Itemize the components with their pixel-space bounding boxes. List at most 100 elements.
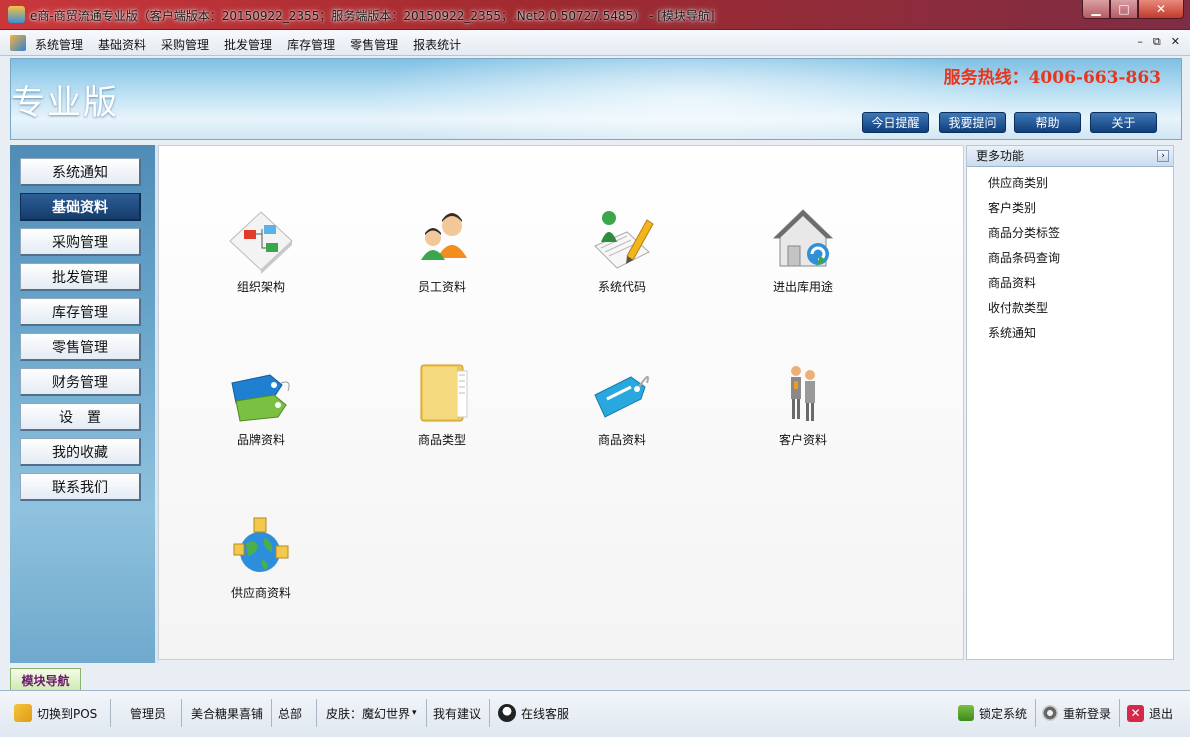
tile-label: 进出库用途 (772, 280, 833, 294)
mdi-close-button[interactable]: ✕ (1171, 35, 1180, 49)
today-reminder-button[interactable]: 今日提醒 (862, 112, 929, 133)
tile-label: 商品类型 (417, 433, 466, 447)
skin-label: 皮肤：魔幻世界 (326, 706, 411, 721)
header-banner: 专业版 服务热线：4006-663-863 今日提醒 我要提问 帮助 关于 (10, 58, 1182, 140)
skin-selector[interactable]: 皮肤：魔幻世界 ▾ (326, 703, 417, 723)
tile-label: 系统代码 (597, 280, 646, 294)
tile-customers[interactable]: 客户资料 (743, 361, 863, 461)
window-controls: ▁ □ ✕ (1082, 0, 1184, 19)
menu-basic-data[interactable]: 基础资料 (98, 36, 146, 53)
sidebar-item-wholesale[interactable]: 批发管理 (20, 263, 141, 291)
tile-label: 商品资料 (597, 433, 646, 447)
banner-decoration (341, 59, 1041, 139)
sidebar-item-basic-data[interactable]: 基础资料 (20, 193, 141, 221)
link-system-notice[interactable]: 系统通知 (988, 321, 1173, 346)
more-functions-list: 供应商类别 客户类别 商品分类标签 商品条码查询 商品资料 收付款类型 系统通知 (967, 167, 1173, 346)
online-service-button[interactable]: 在线客服 (498, 703, 569, 723)
menu-purchase[interactable]: 采购管理 (161, 36, 209, 53)
ask-question-button[interactable]: 我要提问 (939, 112, 1006, 133)
close-button[interactable]: ✕ (1138, 0, 1184, 19)
separator (181, 699, 182, 727)
minimize-button[interactable]: ▁ (1082, 0, 1110, 19)
current-user: 管理员 (130, 706, 167, 721)
window-title: e商-商贸流通专业版（客户端版本：20150922_2355；服务端版本：201… (30, 9, 715, 23)
sidebar-item-purchase[interactable]: 采购管理 (20, 228, 141, 256)
online-service-label: 在线客服 (521, 706, 570, 721)
separator (1035, 699, 1036, 727)
tile-org-structure[interactable]: 组织架构 (201, 208, 321, 308)
customers-icon (768, 361, 838, 427)
separator (489, 699, 490, 727)
sidebar-item-contact[interactable]: 联系我们 (20, 473, 141, 501)
tile-suppliers[interactable]: 供应商资料 (201, 514, 321, 614)
system-code-icon (587, 208, 657, 274)
more-functions-panel: 更多功能 › 供应商类别 客户类别 商品分类标签 商品条码查询 商品资料 收付款… (966, 145, 1174, 660)
help-button[interactable]: 帮助 (1014, 112, 1081, 133)
exit-label: 退出 (1149, 706, 1174, 721)
module-sidebar: 系统通知 基础资料 采购管理 批发管理 库存管理 零售管理 财务管理 设 置 我… (10, 145, 159, 663)
tile-employees[interactable]: 员工资料 (382, 208, 502, 308)
mdi-restore-button[interactable]: ⧉ (1153, 35, 1161, 49)
warehouse-house-icon (768, 208, 838, 274)
branch-name: 总部 (278, 706, 303, 721)
menu-wholesale[interactable]: 批发管理 (224, 36, 272, 53)
menu-reports[interactable]: 报表统计 (413, 36, 461, 53)
gears-icon (1042, 705, 1058, 721)
employees-icon (407, 208, 477, 274)
mdi-minimize-button[interactable]: – (1137, 35, 1143, 49)
relogin-label: 重新登录 (1063, 706, 1112, 721)
brand-tags-icon (226, 361, 296, 427)
relogin-button[interactable]: 重新登录 (1042, 703, 1111, 723)
link-supplier-category[interactable]: 供应商类别 (988, 171, 1173, 196)
price-tag-icon (587, 361, 657, 427)
suggestion-button[interactable]: 我有建议 (433, 703, 481, 723)
sidebar-item-inventory[interactable]: 库存管理 (20, 298, 141, 326)
sidebar-item-notice[interactable]: 系统通知 (20, 158, 141, 186)
tile-product-types[interactable]: 商品类型 (382, 361, 502, 461)
collapse-arrow-icon[interactable]: › (1157, 150, 1169, 162)
menu-app-icon[interactable] (10, 35, 26, 51)
service-hotline: 服务热线：4006-663-863 (943, 68, 1161, 88)
switch-pos-label: 切换到POS (37, 706, 98, 721)
separator (1119, 699, 1120, 727)
menu-retail[interactable]: 零售管理 (350, 36, 398, 53)
tile-stock-usage[interactable]: 进出库用途 (743, 208, 863, 308)
module-content-area: 组织架构 员工资料 系统代码 进出库用途 品牌资料 商品类型 商品资料 客户资料… (158, 145, 964, 660)
tile-system-code[interactable]: 系统代码 (562, 208, 682, 308)
tile-label: 供应商资料 (230, 586, 291, 600)
separator (110, 699, 111, 727)
sidebar-item-retail[interactable]: 零售管理 (20, 333, 141, 361)
tab-module-navigation[interactable]: 模块导航 (10, 668, 81, 691)
menu-bar: 系统管理 基础资料 采购管理 批发管理 库存管理 零售管理 报表统计 – ⧉ ✕ (0, 30, 1190, 56)
link-customer-category[interactable]: 客户类别 (988, 196, 1173, 221)
exit-button[interactable]: ✕ 退出 (1127, 703, 1173, 723)
supplier-globe-icon (226, 514, 296, 580)
window-titlebar[interactable]: e商-商贸流通专业版（客户端版本：20150922_2355；服务端版本：201… (0, 0, 1190, 30)
org-chart-icon (226, 208, 296, 274)
folder-switch-icon (14, 704, 32, 722)
sidebar-item-finance[interactable]: 财务管理 (20, 368, 141, 396)
menu-system[interactable]: 系统管理 (35, 36, 83, 53)
sidebar-item-settings[interactable]: 设 置 (20, 403, 141, 431)
tile-label: 组织架构 (236, 280, 285, 294)
about-button[interactable]: 关于 (1090, 112, 1157, 133)
exit-x-icon: ✕ (1127, 704, 1144, 722)
sidebar-item-favorites[interactable]: 我的收藏 (20, 438, 141, 466)
tile-brands[interactable]: 品牌资料 (201, 361, 321, 461)
tile-label: 品牌资料 (236, 433, 285, 447)
lock-system-button[interactable]: 锁定系统 (958, 703, 1027, 723)
qq-penguin-icon (498, 704, 516, 722)
link-barcode-query[interactable]: 商品条码查询 (988, 246, 1173, 271)
link-payment-types[interactable]: 收付款类型 (988, 296, 1173, 321)
link-product-data[interactable]: 商品资料 (988, 271, 1173, 296)
store-name: 美合糖果喜铺 (191, 706, 264, 721)
chevron-down-icon: ▾ (412, 708, 417, 718)
separator (271, 699, 272, 727)
maximize-button[interactable]: □ (1110, 0, 1138, 19)
link-product-category-tags[interactable]: 商品分类标签 (988, 221, 1173, 246)
tile-label: 客户资料 (778, 433, 827, 447)
tile-products[interactable]: 商品资料 (562, 361, 682, 461)
menu-inventory[interactable]: 库存管理 (287, 36, 335, 53)
lock-system-label: 锁定系统 (979, 706, 1028, 721)
switch-pos-button[interactable]: 切换到POS (14, 703, 97, 723)
